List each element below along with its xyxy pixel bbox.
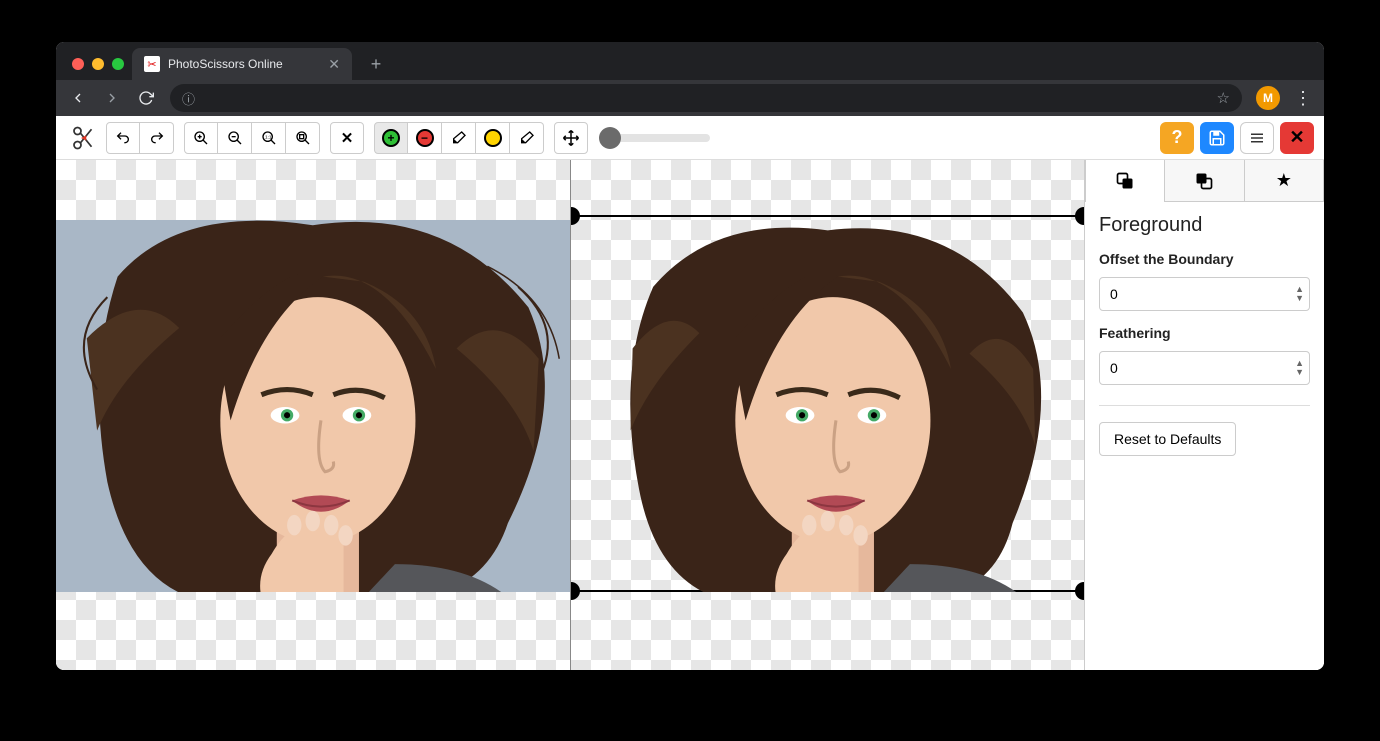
panel-title: Foreground: [1099, 214, 1310, 237]
result-pane[interactable]: [571, 160, 1085, 670]
app-logo-icon: [66, 123, 96, 153]
url-input[interactable]: ⓘ ☆: [170, 84, 1242, 112]
zoom-fit-button[interactable]: [286, 122, 320, 154]
eraser-button[interactable]: [442, 122, 476, 154]
workspace: ★ Foreground Offset the Boundary ▲▼ Feat…: [56, 160, 1324, 670]
mark-foreground-button[interactable]: +: [374, 122, 408, 154]
profile-avatar[interactable]: M: [1256, 86, 1280, 110]
brush-size-slider[interactable]: [600, 134, 710, 142]
tab-background[interactable]: [1165, 160, 1244, 202]
tab-close-icon[interactable]: ✕: [328, 56, 340, 73]
side-tabs: ★: [1085, 160, 1324, 202]
browser-menu-icon[interactable]: ⋮: [1294, 88, 1312, 109]
original-image: [56, 220, 570, 592]
feathering-label: Feathering: [1099, 325, 1310, 341]
zoom-actual-button[interactable]: 1:1: [252, 122, 286, 154]
app-toolbar: 1:1 ✕ + −: [56, 116, 1324, 160]
offset-stepper[interactable]: ▲▼: [1295, 285, 1304, 303]
browser-window: ✂ PhotoScissors Online ✕ + ⓘ ☆ M ⋮: [56, 42, 1324, 670]
zoom-in-button[interactable]: [184, 122, 218, 154]
clear-marks-button[interactable]: ✕: [330, 122, 364, 154]
crop-guide-top: [571, 215, 1085, 217]
svg-text:1:1: 1:1: [265, 134, 272, 139]
mark-background-button[interactable]: −: [408, 122, 442, 154]
tab-strip: ✂ PhotoScissors Online ✕ +: [56, 42, 1324, 80]
address-bar: ⓘ ☆ M ⋮: [56, 80, 1324, 116]
bookmark-icon[interactable]: ☆: [1217, 89, 1230, 107]
reload-button[interactable]: [136, 90, 156, 106]
result-image: [571, 220, 1085, 592]
offset-label: Offset the Boundary: [1099, 251, 1310, 267]
site-info-icon[interactable]: ⓘ: [182, 89, 195, 108]
tab-effects[interactable]: ★: [1245, 160, 1324, 202]
slider-thumb[interactable]: [599, 127, 621, 149]
mark-hair-button[interactable]: [476, 122, 510, 154]
redo-button[interactable]: [140, 122, 174, 154]
window-close-icon[interactable]: [72, 58, 84, 70]
help-button[interactable]: ?: [1160, 122, 1194, 154]
back-button[interactable]: [68, 90, 88, 106]
side-panel: ★ Foreground Offset the Boundary ▲▼ Feat…: [1084, 160, 1324, 670]
save-button[interactable]: [1200, 122, 1234, 154]
reset-defaults-button[interactable]: Reset to Defaults: [1099, 422, 1236, 456]
window-controls: [68, 58, 132, 80]
tab-title: PhotoScissors Online: [168, 57, 283, 71]
close-app-button[interactable]: ✕: [1280, 122, 1314, 154]
new-tab-button[interactable]: +: [362, 50, 390, 78]
undo-button[interactable]: [106, 122, 140, 154]
offset-input[interactable]: [1099, 277, 1310, 311]
zoom-out-button[interactable]: [218, 122, 252, 154]
tab-favicon-icon: ✂: [144, 56, 160, 72]
original-pane[interactable]: [56, 160, 570, 670]
divider: [1099, 405, 1310, 406]
browser-tab[interactable]: ✂ PhotoScissors Online ✕: [132, 48, 352, 80]
canvas-area: [56, 160, 1084, 670]
tab-foreground[interactable]: [1085, 160, 1165, 202]
window-minimize-icon[interactable]: [92, 58, 104, 70]
feathering-input[interactable]: [1099, 351, 1310, 385]
forward-button[interactable]: [102, 90, 122, 106]
app-root: 1:1 ✕ + −: [56, 116, 1324, 670]
hair-eraser-button[interactable]: [510, 122, 544, 154]
app-menu-button[interactable]: [1240, 122, 1274, 154]
move-tool-button[interactable]: [554, 122, 588, 154]
feathering-stepper[interactable]: ▲▼: [1295, 359, 1304, 377]
window-maximize-icon[interactable]: [112, 58, 124, 70]
